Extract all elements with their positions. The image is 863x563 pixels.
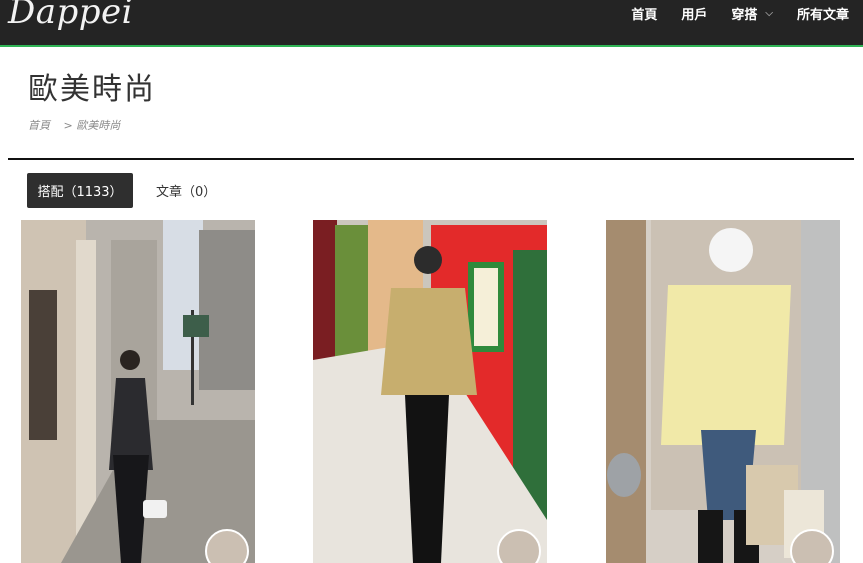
nav-item-outfits[interactable]: 穿搭 ⌵ — [731, 3, 773, 23]
chevron-down-icon: ⌵ — [765, 7, 773, 19]
outfit-card[interactable] — [606, 220, 840, 563]
tab-outfits[interactable]: 搭配（1133） — [27, 173, 133, 208]
dappei-logo[interactable]: Dappei — [8, 0, 133, 32]
page-title: 歐美時尚 — [28, 72, 156, 107]
nav-item-label: 用戶 — [681, 7, 708, 23]
main-nav: 首頁 用戶 穿搭 ⌵ 所有文章 — [607, 3, 863, 23]
nav-item-label: 穿搭 — [731, 7, 758, 23]
tab-articles[interactable]: 文章（0） — [146, 173, 226, 208]
nav-item-all-articles[interactable]: 所有文章 — [797, 3, 849, 23]
outfit-photo — [313, 220, 547, 563]
nav-item-label: 首頁 — [631, 7, 658, 23]
nav-item-home[interactable]: 首頁 — [631, 3, 657, 23]
outfit-card[interactable] — [313, 220, 547, 563]
breadcrumb: 首頁 > 歐美時尚 — [28, 117, 120, 133]
section-divider — [8, 158, 854, 160]
outfit-card[interactable] — [21, 220, 255, 563]
outfit-photo — [606, 220, 840, 563]
outfit-photo — [21, 220, 255, 563]
breadcrumb-home-link[interactable]: 首頁 — [28, 119, 50, 132]
nav-item-users[interactable]: 用戶 — [681, 3, 707, 23]
top-nav-bar: Dappei 首頁 用戶 穿搭 ⌵ 所有文章 — [0, 0, 863, 47]
nav-item-label: 所有文章 — [796, 7, 849, 23]
breadcrumb-current: > 歐美時尚 — [63, 119, 121, 132]
